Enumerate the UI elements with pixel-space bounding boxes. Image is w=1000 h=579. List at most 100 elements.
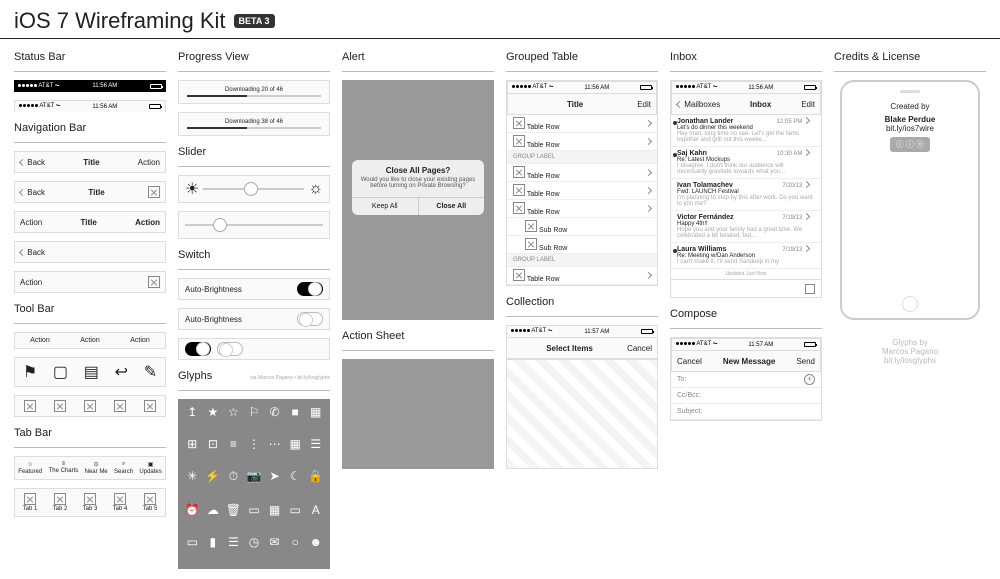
pages-icon: ▭ (184, 535, 201, 563)
action-sheet-backdrop (342, 359, 494, 469)
section-slider: Slider (178, 146, 330, 158)
edit-button[interactable]: Edit (801, 100, 815, 109)
switch-on[interactable] (297, 282, 323, 296)
location-icon: ➤ (266, 469, 283, 498)
search-icon: ⌕ (122, 461, 125, 468)
author-link[interactable]: bit.ly/ios7wire (850, 124, 970, 133)
window-icon: ▭ (246, 503, 263, 531)
author-name: Blake Perdue (850, 115, 970, 124)
tab-search[interactable]: ⌕Search (114, 461, 133, 475)
nav-action[interactable]: Action (138, 158, 160, 167)
alert-body: Would you like to close your existing pa… (352, 177, 484, 197)
keypad-icon: ⊡ (205, 437, 222, 465)
compass-icon: ✳ (184, 469, 201, 498)
back-button[interactable]: Back (20, 158, 45, 167)
brightness-low-icon: ☀ (185, 179, 199, 199)
slider[interactable]: ☀☼ (178, 175, 330, 203)
brightness-high-icon: ☼ (308, 180, 323, 198)
face-icon: ☻ (307, 535, 324, 563)
alert-title: Close All Pages? (352, 160, 484, 177)
timer-icon: ⏱ (225, 469, 242, 498)
subject-field[interactable]: Subject: (671, 404, 821, 420)
dots-icon: ⋮ (246, 437, 263, 465)
bookmark-icon: ⚐ (246, 405, 263, 433)
list-icon: ≡ (62, 461, 66, 467)
kit-grid: Status Bar AT&T ⏦ 11:56 AM AT&T ⏦ 11:56 … (0, 39, 1000, 579)
status-bar-light: AT&T ⏦ 11:56 AM (14, 100, 166, 112)
inbox-message[interactable]: Victor Fernández7/19/13 Happy 4th!!Hope … (671, 211, 821, 243)
cc-field[interactable]: Cc/Bcc: (671, 388, 821, 404)
to-field[interactable]: To:+ (671, 372, 821, 388)
compose-view: AT&T ⏦11:57 AM CancelNew MessageSend To:… (670, 337, 822, 421)
cc-license-icon: ⓒ ⓘ ⓞ (890, 137, 930, 152)
alert-backdrop: Close All Pages? Would you like to close… (342, 80, 494, 320)
cancel-button[interactable]: Cancel (677, 357, 702, 366)
unread-dot-icon (673, 121, 677, 125)
mailboxes-button[interactable]: Mailboxes (677, 100, 720, 109)
progress-view: Downloading 20 of 46 (178, 80, 330, 104)
section-alert: Alert (342, 51, 494, 63)
compose-icon[interactable] (805, 284, 815, 294)
tab-bar: ☆Featured ≡The Charts ⊙Near Me ⌕Search ▣… (14, 456, 166, 480)
chevron-right-icon (803, 181, 810, 188)
menu-icon: ≡ (225, 437, 242, 465)
inbox-view: AT&T ⏦11:56 AM MailboxesInboxEdit Jonath… (670, 80, 822, 298)
section-collection: Collection (506, 296, 658, 308)
mail-icon: ✉ (266, 535, 283, 563)
tab-featured[interactable]: ☆Featured (18, 461, 42, 475)
location-icon: ⊙ (94, 461, 99, 468)
section-progress: Progress View (178, 51, 330, 63)
send-button[interactable]: Send (796, 357, 815, 366)
cancel-button[interactable]: Cancel (627, 344, 652, 353)
share-icon: ↥ (184, 405, 201, 433)
video-icon: ■ (287, 405, 304, 433)
updated-label: Updated Just Now (671, 269, 821, 279)
font-icon: A (307, 503, 324, 531)
add-contact-icon[interactable]: + (804, 374, 815, 385)
apps-icon: ⊞ (184, 437, 201, 465)
section-nav-bar: Navigation Bar (14, 122, 166, 134)
more-icon: ⋯ (266, 437, 283, 465)
alert-dialog: Close All Pages? Would you like to close… (352, 160, 484, 215)
section-compose: Compose (670, 308, 822, 320)
flag-icon[interactable]: ⚑ (23, 362, 37, 382)
moon-icon: ☾ (287, 469, 304, 498)
glyphs-panel: ↥★☆⚐✆■▦ ⊞⊡≡⋮⋯▦☰ ✳⚡⏱📷➤☾🔒 ⏰☁🗑▭▦▭A ▭▮☰◷✉○☻ (178, 399, 330, 569)
chevron-right-icon (645, 120, 652, 127)
inbox-message[interactable]: Ivan Tolamachev7/20/13 Fwd: LAUNCH Festi… (671, 179, 821, 211)
group-label: Group Label (507, 151, 657, 164)
compose-icon[interactable] (148, 186, 160, 198)
bars-icon: ▮ (205, 535, 222, 563)
trash-icon: 🗑 (225, 503, 242, 531)
close-all-button[interactable]: Close All (419, 198, 485, 215)
inbox-message[interactable]: Laura Williams7/19/13 Re: Meeting w/Dan … (671, 243, 821, 269)
unread-dot-icon (673, 249, 677, 253)
star-icon: ☆ (28, 461, 33, 468)
page-header: iOS 7 Wireframing Kit BETA 3 (0, 0, 1000, 39)
inbox-message[interactable]: Jonathan Lander12:05 PM Let's do dinner … (671, 115, 821, 147)
collection-view: AT&T ⏦11:57 AM Select ItemsCancel (506, 325, 658, 469)
phone-frame: Created by Blake Perdue bit.ly/ios7wire … (840, 80, 980, 320)
edit-button[interactable]: Edit (637, 100, 651, 109)
section-inbox: Inbox (670, 51, 822, 63)
archive-icon[interactable]: ▤ (84, 362, 99, 382)
list-icon: ☰ (307, 437, 324, 465)
cloud-icon: ☁ (205, 503, 222, 531)
star-icon: ★ (205, 405, 222, 433)
chevron-left-icon (19, 158, 26, 165)
tool-bar: ActionActionAction (14, 332, 166, 349)
switch-off[interactable] (297, 312, 323, 326)
tab-near-me[interactable]: ⊙Near Me (85, 461, 108, 475)
sub-row[interactable]: Sub Row (507, 218, 657, 236)
nav-bar: BackTitleAction (14, 151, 166, 173)
reply-icon[interactable]: ↩ (115, 362, 128, 382)
compose-icon[interactable]: ✎ (144, 362, 157, 382)
tab-updates[interactable]: ▣Updates (139, 461, 161, 475)
inbox-message[interactable]: Saj Kahn10:30 AM Re: Latest MockupsI dis… (671, 147, 821, 179)
table-row[interactable]: Table Row (507, 115, 657, 133)
page-title: iOS 7 Wireframing Kit (14, 8, 226, 34)
star-outline-icon: ☆ (225, 405, 242, 433)
folder-icon[interactable]: ▢ (53, 362, 68, 382)
keep-all-button[interactable]: Keep All (352, 198, 419, 215)
tab-charts[interactable]: ≡The Charts (49, 461, 79, 475)
